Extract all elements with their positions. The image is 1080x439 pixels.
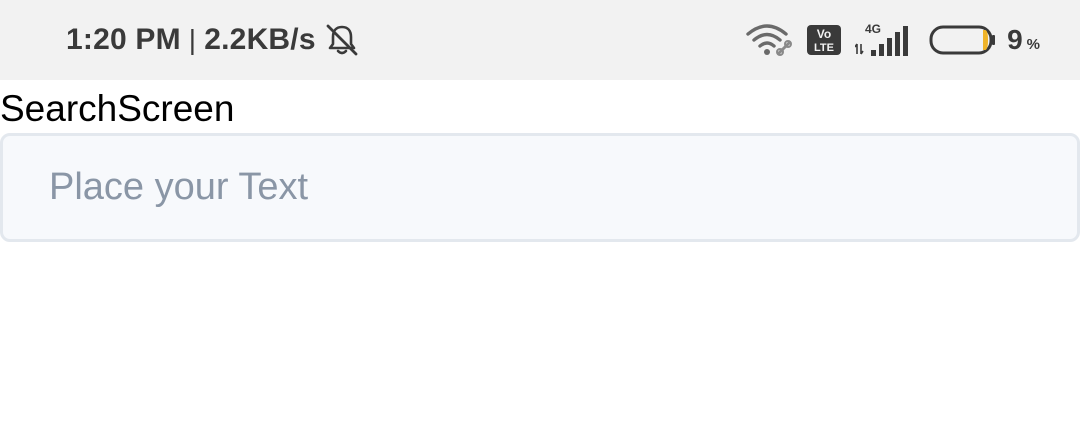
search-box[interactable] <box>0 133 1080 242</box>
status-right: Vo LTE 4G 9% <box>745 0 1040 80</box>
battery-unit: % <box>1026 36 1040 53</box>
status-bar: 1:20 PM | 2.2KB/s Vo LTE 4G 9 % <box>0 0 1080 80</box>
signal-bars-icon: 4G <box>855 22 909 56</box>
volte-top-label: Vo <box>817 27 831 41</box>
battery-percentage: 9% <box>1007 24 1040 56</box>
screen-title: SearchScreen <box>0 88 235 129</box>
wifi-icon <box>746 24 793 56</box>
battery-value: 9 <box>1007 24 1023 55</box>
status-time: 1:20 PM <box>66 23 181 56</box>
network-type-label: 4G <box>865 22 881 36</box>
search-input[interactable] <box>3 136 1077 239</box>
status-separator: | <box>188 24 197 55</box>
status-left: 1:20 PM | 2.2KB/s <box>66 0 360 80</box>
volte-icon: Vo LTE <box>807 25 842 55</box>
volte-bottom-label: LTE <box>814 42 834 54</box>
bell-off-icon <box>326 24 358 56</box>
network-speed: 2.2KB/s <box>204 23 316 56</box>
battery-icon <box>929 25 996 55</box>
